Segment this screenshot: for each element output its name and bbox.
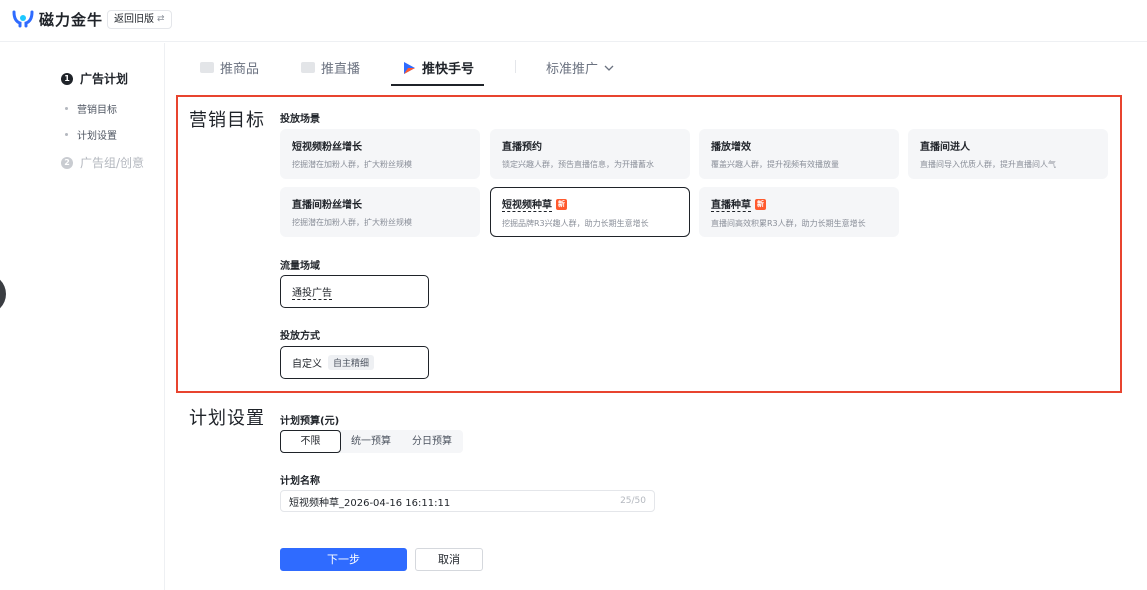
tab-label: 推快手号	[422, 62, 475, 77]
scene-desc: 直播间高效积累R3人群，助力长期生意增长	[711, 219, 866, 228]
step-ad-group-creative[interactable]: 2 广告组/创意	[61, 154, 144, 171]
traffic-value: 通投广告	[292, 284, 332, 300]
scene-card-video-seeding[interactable]: 短视频种草 新 挖掘品牌R3兴趣人群，助力长期生意增长	[490, 187, 690, 237]
substep-label: 营销目标	[77, 105, 117, 116]
scene-desc: 直播间导入优质人群，提升直播间人气	[920, 160, 1056, 169]
kuaishou-icon	[404, 61, 415, 74]
step-label: 广告组/创意	[80, 156, 145, 170]
budget-segmented-control: 不限 统一预算 分日预算	[280, 430, 463, 453]
delivery-option-custom[interactable]: 自定义 自主精细	[280, 346, 429, 379]
step-ad-plan[interactable]: 1 广告计划	[61, 70, 128, 87]
scene-title: 直播间进人	[920, 142, 970, 153]
plan-name-label: 计划名称	[280, 476, 320, 487]
scene-title: 直播间粉丝增长	[292, 200, 362, 211]
tab-live[interactable]: 推直播	[301, 58, 360, 77]
delivery-chip: 自主精细	[328, 355, 375, 370]
tab-kuaishou-account[interactable]: 推快手号	[403, 58, 474, 77]
step-label: 广告计划	[80, 72, 129, 86]
section-title-plan-settings: 计划设置	[189, 408, 265, 429]
tab-divider	[515, 60, 516, 73]
scene-title: 短视频粉丝增长	[292, 142, 362, 153]
step-sidebar: 1 广告计划 营销目标 计划设置 2 广告组/创意	[0, 43, 165, 590]
promotion-mode-dropdown[interactable]: 标准推广	[546, 58, 614, 77]
logo-icon	[12, 10, 34, 28]
cancel-button[interactable]: 取消	[415, 548, 483, 571]
scene-desc: 挖掘潜在加粉人群，扩大粉丝规模	[292, 218, 412, 227]
substep-plan-settings[interactable]: 计划设置	[65, 127, 117, 142]
scene-card-live-fans[interactable]: 直播间粉丝增长 挖掘潜在加粉人群，扩大粉丝规模	[280, 187, 480, 237]
new-badge: 新	[755, 198, 766, 210]
tab-product[interactable]: 推商品	[200, 58, 259, 77]
scene-desc: 挖掘潜在加粉人群，扩大粉丝规模	[292, 160, 412, 169]
scene-card-live-entry[interactable]: 直播间进人 直播间导入优质人群，提升直播间人气	[908, 129, 1108, 179]
scene-label: 投放场景	[280, 114, 320, 125]
scene-title: 播放增效	[711, 142, 751, 153]
back-old-label: 返回旧版	[114, 14, 154, 25]
back-to-old-version-button[interactable]: 返回旧版 ⇄	[107, 10, 172, 29]
scene-title: 直播预约	[502, 142, 542, 153]
swap-icon: ⇄	[157, 14, 165, 24]
char-count: 25/50	[620, 496, 646, 506]
plan-name-input[interactable]: 短视频种草_2026-04-16 16:11:11 25/50	[280, 490, 655, 512]
budget-label: 计划预算(元)	[280, 416, 340, 427]
budget-option-daily[interactable]: 分日预算	[401, 430, 463, 453]
live-icon	[301, 62, 315, 73]
step-number-1: 1	[61, 72, 73, 85]
tab-label: 推商品	[220, 62, 260, 77]
budget-option-unlimited[interactable]: 不限	[280, 430, 341, 453]
scene-card-live-reservation[interactable]: 直播预约 锁定兴趣人群，预告直播信息，为开播蓄水	[490, 129, 690, 179]
step-number-2: 2	[61, 156, 73, 169]
scene-card-play-boost[interactable]: 播放增效 覆盖兴趣人群，提升视频有效播放量	[699, 129, 899, 179]
traffic-option-general[interactable]: 通投广告	[280, 275, 429, 308]
substep-marketing-goal[interactable]: 营销目标	[65, 101, 117, 116]
scene-desc: 挖掘品牌R3兴趣人群，助力长期生意增长	[502, 219, 649, 228]
traffic-field-label: 流量场域	[280, 261, 320, 272]
scene-desc: 锁定兴趣人群，预告直播信息，为开播蓄水	[502, 160, 654, 169]
scene-title: 短视频种草	[502, 196, 552, 212]
active-tab-indicator	[391, 84, 484, 86]
new-badge: 新	[556, 198, 567, 210]
delivery-value: 自定义	[292, 359, 322, 370]
delivery-method-label: 投放方式	[280, 331, 320, 342]
scene-title: 直播种草	[711, 196, 751, 212]
scene-desc: 覆盖兴趣人群，提升视频有效播放量	[711, 160, 839, 169]
scene-card-live-seeding[interactable]: 直播种草 新 直播间高效积累R3人群，助力长期生意增长	[699, 187, 899, 237]
promotion-mode-label: 标准推广	[546, 62, 599, 77]
tab-label: 推直播	[321, 62, 361, 77]
chevron-down-icon	[604, 65, 614, 71]
app-name: 磁力金牛	[39, 11, 104, 29]
plan-name-value: 短视频种草_2026-04-16 16:11:11	[289, 497, 451, 509]
next-step-button[interactable]: 下一步	[280, 548, 407, 571]
substep-label: 计划设置	[77, 131, 117, 142]
scene-card-video-fans[interactable]: 短视频粉丝增长 挖掘潜在加粉人群，扩大粉丝规模	[280, 129, 480, 179]
bullet-dot	[65, 107, 68, 110]
bullet-dot	[65, 133, 68, 136]
top-header: 磁力金牛 返回旧版 ⇄	[0, 0, 1147, 42]
section-title-marketing-goal: 营销目标	[189, 110, 265, 131]
budget-option-unified[interactable]: 统一预算	[341, 430, 401, 453]
product-icon	[200, 62, 214, 73]
